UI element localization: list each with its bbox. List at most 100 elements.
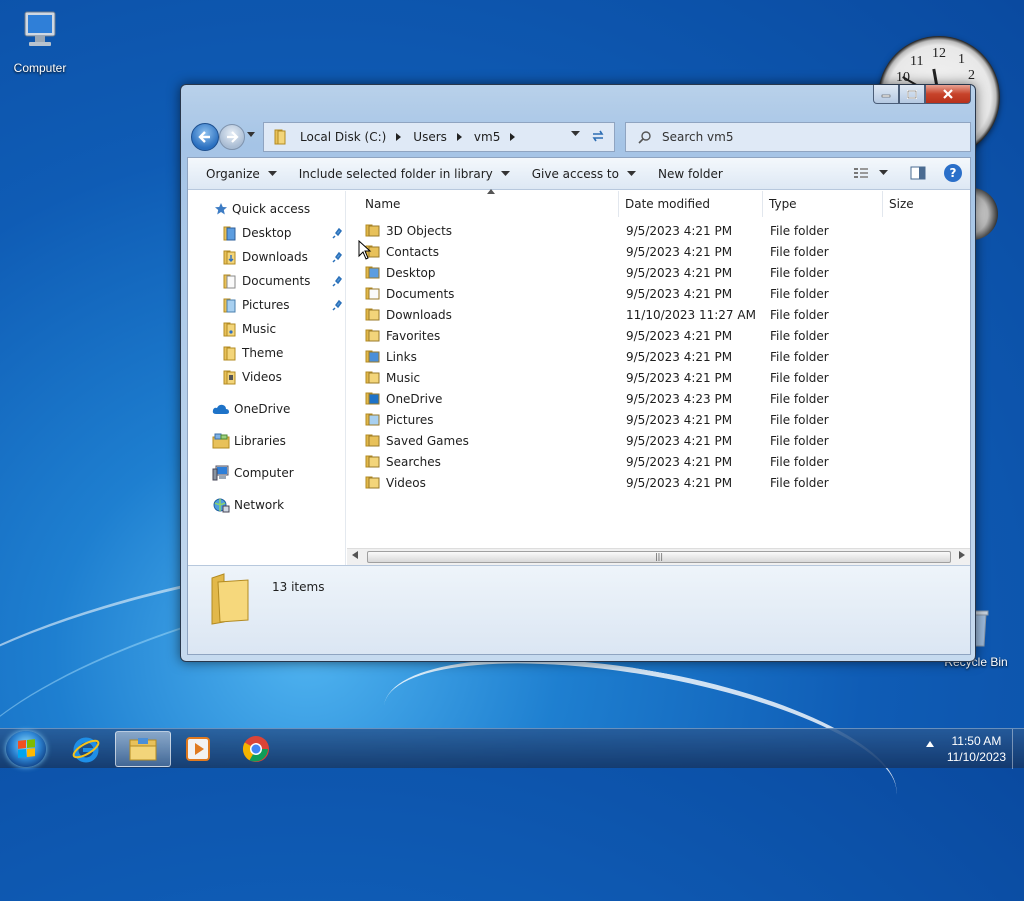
nav-onedrive[interactable]: OneDrive — [212, 399, 290, 419]
table-row[interactable]: Desktop 9/5/2023 4:21 PM File folder — [347, 263, 967, 284]
folder-icon — [365, 476, 380, 489]
file-date-modified: 9/5/2023 4:21 PM — [626, 329, 733, 343]
taskbar-app-media-player[interactable] — [170, 731, 226, 767]
folder-icon — [365, 224, 380, 237]
nav-item-videos[interactable]: Videos — [222, 367, 282, 387]
scroll-left-icon[interactable] — [352, 551, 358, 559]
taskbar-app-ie[interactable] — [58, 731, 114, 767]
nav-quick-access[interactable]: Quick access — [214, 199, 310, 219]
minimize-button[interactable] — [873, 85, 899, 104]
nav-network[interactable]: Network — [212, 495, 284, 515]
nav-item-pictures[interactable]: Pictures — [222, 295, 290, 315]
table-row[interactable]: Favorites 9/5/2023 4:21 PM File folder — [347, 326, 967, 347]
nav-computer[interactable]: Computer — [212, 463, 294, 483]
table-row[interactable]: Links 9/5/2023 4:21 PM File folder — [347, 347, 967, 368]
table-row[interactable]: Downloads 11/10/2023 11:27 AM File folder — [347, 305, 967, 326]
scroll-right-icon[interactable] — [959, 551, 965, 559]
taskbar-app-chrome[interactable] — [228, 731, 284, 767]
scrollbar-thumb[interactable]: ||| — [367, 551, 951, 563]
back-button[interactable] — [191, 123, 219, 151]
breadcrumb-label: vm5 — [473, 130, 501, 144]
explorer-window[interactable]: Local Disk (C:) Users vm5 Search vm5 Org… — [180, 84, 976, 662]
clock-number: 2 — [968, 68, 975, 83]
pin-icon[interactable] — [332, 227, 344, 239]
maximize-button[interactable] — [899, 85, 925, 104]
file-name: Videos — [386, 476, 426, 490]
chevron-right-icon[interactable] — [510, 133, 516, 141]
folder-icon — [365, 455, 380, 468]
file-list[interactable]: Name Date modified Type Size 3D Objects 9… — [347, 189, 970, 565]
taskbar: 11:50 AM 11/10/2023 — [0, 728, 1024, 769]
chevron-down-icon[interactable] — [571, 131, 580, 137]
organize-label: Organize — [206, 166, 260, 181]
nav-label: Quick access — [232, 202, 311, 216]
file-type: File folder — [770, 350, 829, 364]
forward-button[interactable] — [219, 124, 245, 150]
recent-locations-button[interactable] — [247, 131, 255, 141]
search-box[interactable] — [625, 122, 971, 152]
table-row[interactable]: Videos 9/5/2023 4:21 PM File folder — [347, 473, 967, 494]
close-icon — [943, 89, 953, 99]
chevron-right-icon[interactable] — [456, 133, 462, 141]
search-input[interactable] — [660, 129, 940, 145]
give-access-button[interactable]: Give access to — [532, 167, 636, 181]
view-options-icon[interactable] — [853, 166, 871, 180]
breadcrumb-item[interactable]: Users — [413, 130, 462, 144]
table-row[interactable]: Music 9/5/2023 4:21 PM File folder — [347, 368, 967, 389]
chevron-right-icon[interactable] — [396, 133, 402, 141]
table-row[interactable]: Saved Games 9/5/2023 4:21 PM File folder — [347, 431, 967, 452]
nav-libraries[interactable]: Libraries — [212, 431, 286, 451]
desktop-icon-label: Computer — [13, 61, 67, 75]
close-button[interactable] — [925, 85, 971, 104]
breadcrumb-item[interactable]: vm5 — [473, 130, 516, 144]
mouse-cursor-icon — [358, 240, 372, 260]
new-folder-button[interactable]: New folder — [658, 167, 723, 181]
column-header-name[interactable]: Name — [359, 191, 619, 217]
table-row[interactable]: 3D Objects 9/5/2023 4:21 PM File folder — [347, 221, 967, 242]
table-row[interactable]: OneDrive 9/5/2023 4:23 PM File folder — [347, 389, 967, 410]
include-in-library-button[interactable]: Include selected folder in library — [299, 167, 510, 181]
nav-item-downloads[interactable]: Downloads — [222, 247, 308, 267]
address-bar[interactable]: Local Disk (C:) Users vm5 — [263, 122, 615, 152]
column-header-size[interactable]: Size — [883, 191, 967, 217]
horizontal-scrollbar[interactable]: ||| — [347, 548, 970, 565]
breadcrumb-item[interactable]: Local Disk (C:) — [300, 130, 402, 144]
show-desktop-button[interactable] — [1012, 729, 1024, 769]
system-clock[interactable]: 11:50 AM 11/10/2023 — [947, 733, 1006, 765]
pin-icon[interactable] — [332, 299, 344, 311]
preview-pane-icon[interactable] — [910, 166, 926, 180]
file-name: Searches — [386, 455, 441, 469]
table-row[interactable]: Contacts 9/5/2023 4:21 PM File folder — [347, 242, 967, 263]
table-row[interactable]: Searches 9/5/2023 4:21 PM File folder — [347, 452, 967, 473]
folder-icon — [365, 308, 380, 321]
desktop-icon-computer[interactable]: Computer — [0, 8, 80, 75]
organize-button[interactable]: Organize — [206, 167, 277, 181]
file-name: Pictures — [386, 413, 434, 427]
nav-item-theme[interactable]: Theme — [222, 343, 283, 363]
nav-label: Computer — [234, 466, 294, 480]
file-type: File folder — [770, 413, 829, 427]
table-row[interactable]: Pictures 9/5/2023 4:21 PM File folder — [347, 410, 967, 431]
chevron-down-icon[interactable] — [879, 170, 888, 176]
help-button[interactable]: ? — [944, 164, 962, 182]
back-arrow-icon — [198, 131, 210, 143]
pin-icon[interactable] — [332, 251, 344, 263]
nav-item-documents[interactable]: Documents — [222, 271, 310, 291]
column-header-type[interactable]: Type — [763, 191, 883, 217]
taskbar-app-file-explorer[interactable] — [115, 731, 171, 767]
table-row[interactable]: Documents 9/5/2023 4:21 PM File folder — [347, 284, 967, 305]
start-button[interactable] — [6, 731, 46, 767]
show-hidden-icons-icon[interactable] — [926, 741, 934, 747]
nav-label: Videos — [242, 370, 282, 384]
file-type: File folder — [770, 392, 829, 406]
column-header-date-modified[interactable]: Date modified — [619, 191, 763, 217]
star-icon — [215, 203, 227, 215]
pin-icon[interactable] — [332, 275, 344, 287]
file-date-modified: 9/5/2023 4:21 PM — [626, 266, 733, 280]
nav-item-desktop[interactable]: Desktop — [222, 223, 292, 243]
nav-item-music[interactable]: Music — [222, 319, 276, 339]
file-date-modified: 9/5/2023 4:21 PM — [626, 413, 733, 427]
command-bar: Organize Include selected folder in libr… — [188, 158, 970, 190]
refresh-icon[interactable] — [590, 128, 606, 144]
navigation-pane: Quick access Desktop Downloads Documents… — [188, 191, 346, 597]
